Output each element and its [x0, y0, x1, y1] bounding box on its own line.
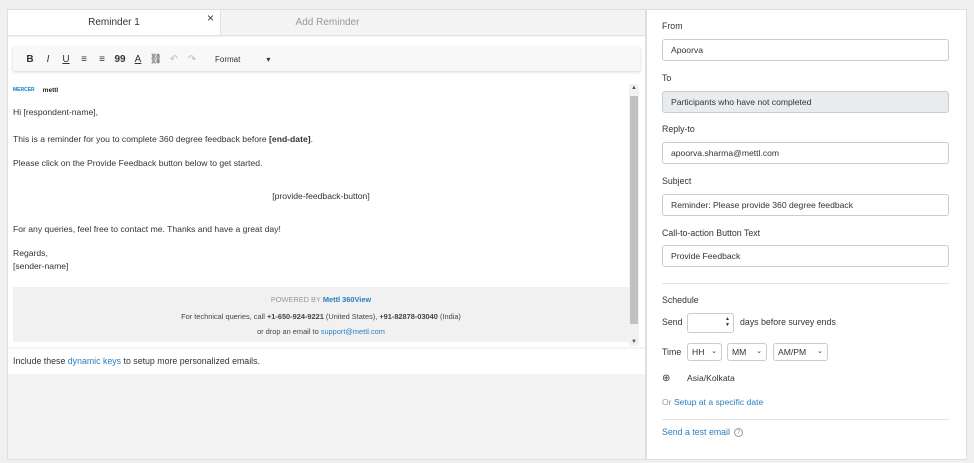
undo-icon[interactable]: ↶ [165, 54, 183, 65]
bullet-list-icon[interactable]: ≡ [93, 54, 111, 65]
ordered-list-icon[interactable]: ≡ [75, 54, 93, 65]
subject-input[interactable]: Reminder: Please provide 360 degree feed… [662, 194, 949, 216]
greeting-text: Hi [respondent-name], [13, 107, 99, 117]
to-label: To [662, 73, 672, 83]
from-input[interactable]: Apoorva [662, 39, 949, 61]
bold-icon[interactable]: B [21, 54, 39, 65]
support-line: or drop an email to support@mettl.com [13, 327, 629, 336]
end-date-key: [end-date] [269, 134, 311, 144]
hour-select[interactable]: HH ⌄ [687, 343, 722, 361]
test-email-label: Send a test email [662, 427, 730, 437]
reminder-editor-page: Reminder 1 × Add Reminder B I U ≡ ≡ 99 A… [0, 0, 974, 463]
quote-icon[interactable]: 99 [111, 54, 129, 65]
ampm-select[interactable]: AM/PM ⌄ [773, 343, 828, 361]
from-label: From [662, 21, 683, 31]
tab-reminder-1[interactable]: Reminder 1 × [8, 10, 221, 35]
schedule-title: Schedule [662, 295, 699, 305]
redo-icon[interactable]: ↷ [183, 54, 201, 65]
to-input: Participants who have not completed [662, 91, 949, 113]
regards-text: Regards, [13, 248, 48, 258]
send-label: Send [662, 317, 683, 327]
dynamic-keys-link[interactable]: dynamic keys [68, 356, 121, 366]
feedback-button-placeholder: [provide-feedback-button] [272, 191, 370, 201]
keys-suffix: to setup more personalized emails. [121, 356, 260, 366]
reminder-text-prefix: This is a reminder for you to complete 3… [13, 134, 270, 144]
logo-row: MERCER mettl [13, 84, 629, 96]
text-color-icon[interactable]: A [129, 54, 147, 65]
reminder-tabs: Reminder 1 × Add Reminder [8, 10, 645, 36]
help-icon[interactable]: ? [733, 428, 743, 438]
subject-label: Subject [662, 176, 692, 186]
email-editor-panel: Reminder 1 × Add Reminder B I U ≡ ≡ 99 A… [7, 9, 646, 460]
link-icon[interactable]: ⛓ [147, 54, 165, 65]
globe-icon: ⊕ [662, 373, 671, 384]
reminder-text-suffix: . [310, 134, 313, 144]
mettl-logo: mettl [42, 86, 59, 94]
rich-text-editor[interactable]: B I U ≡ ≡ 99 A ⛓ ↶ ↷ Format ▾ MERCER met… [8, 37, 645, 347]
scroll-down-icon[interactable]: ▼ [631, 339, 637, 345]
support-email-link[interactable]: support@mettl.com [321, 327, 385, 336]
divider [662, 283, 949, 284]
tab-label: Reminder 1 [88, 17, 140, 28]
cta-label: Call-to-action Button Text [662, 228, 761, 238]
scrollbar-thumb[interactable] [630, 96, 638, 324]
days-suffix: days before survey ends [740, 317, 836, 327]
divider [662, 419, 949, 420]
format-label: Format [215, 54, 241, 64]
specific-date-link[interactable]: Setup at a specific date [674, 397, 763, 407]
editor-scrollbar[interactable]: ▲ ▼ [629, 84, 639, 346]
ampm-value: AM/PM [778, 347, 807, 357]
powered-brand: Mettl 360View [322, 295, 372, 304]
phone-in: +91-82878-03040 [379, 312, 438, 321]
reminder-text: This is a reminder for you to complete 3… [13, 134, 313, 144]
email-body[interactable]: MERCER mettl Hi [respondent-name], This … [13, 84, 629, 344]
chevron-down-icon: ⌄ [756, 348, 762, 355]
format-dropdown[interactable]: Format ▾ [215, 55, 270, 64]
italic-icon[interactable]: I [39, 54, 57, 65]
queries-text: For any queries, feel free to contact me… [13, 224, 281, 234]
cta-input[interactable]: Provide Feedback [662, 245, 949, 267]
keys-prefix: Include these [13, 356, 68, 366]
stepper-arrows-icon[interactable]: ▲ ▼ [725, 316, 730, 328]
timezone-text[interactable]: Asia/Kolkata [687, 373, 735, 383]
tab-label: Add Reminder [295, 17, 360, 28]
scroll-up-icon[interactable]: ▲ [631, 85, 637, 91]
powered-by-text: POWERED BY [270, 295, 323, 304]
underline-icon[interactable]: U [57, 54, 75, 65]
instruction-text: Please click on the Provide Feedback but… [13, 158, 263, 168]
reply-to-label: Reply-to [662, 124, 695, 134]
phone-us: +1-650-924-9221 [266, 312, 324, 321]
us-label: (United States), [323, 312, 380, 321]
email-settings-panel: From Apoorva To Participants who have no… [646, 9, 967, 460]
or-prefix: Or [662, 397, 674, 407]
close-icon[interactable]: × [207, 5, 214, 31]
powered-by-line: POWERED BY Mettl 360View [13, 295, 629, 304]
specific-date-line: Or Setup at a specific date [662, 397, 763, 407]
mercer-logo: MERCER [13, 87, 35, 93]
chevron-down-icon: ⌄ [711, 348, 717, 355]
days-stepper[interactable]: ▲ ▼ [687, 313, 734, 333]
email-footer: POWERED BY Mettl 360View For technical q… [13, 287, 629, 342]
hour-value: HH [692, 347, 705, 357]
minute-value: MM [732, 347, 747, 357]
tab-add-reminder[interactable]: Add Reminder [221, 10, 434, 35]
tech-queries-line: For technical queries, call +1-650-924-9… [13, 312, 629, 321]
dynamic-keys-hint: Include these dynamic keys to setup more… [8, 349, 645, 374]
tech-prefix: For technical queries, call [181, 312, 267, 321]
reply-to-input[interactable]: apoorva.sharma@mettl.com [662, 142, 949, 164]
time-label: Time [662, 347, 682, 357]
drop-prefix: or drop an email to [257, 327, 321, 336]
editor-toolbar: B I U ≡ ≡ 99 A ⛓ ↶ ↷ Format ▾ [13, 47, 640, 71]
chevron-down-icon: ⌄ [817, 348, 823, 355]
chevron-down-icon: ▾ [266, 54, 271, 64]
sender-name-text: [sender-name] [13, 261, 69, 271]
send-test-email-link[interactable]: Send a test email? [662, 427, 743, 438]
in-label: (India) [437, 312, 461, 321]
minute-select[interactable]: MM ⌄ [727, 343, 767, 361]
